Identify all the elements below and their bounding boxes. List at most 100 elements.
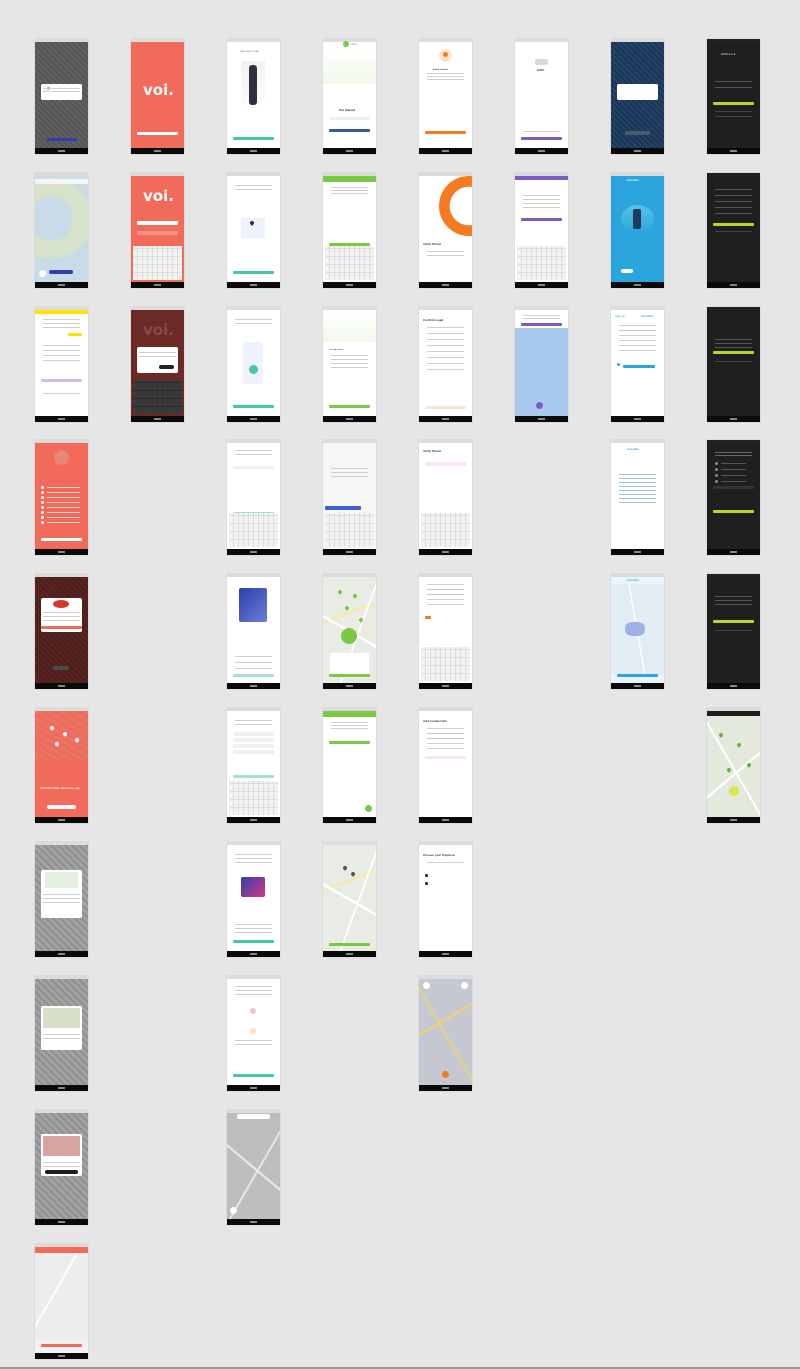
secondary-button (53, 666, 69, 670)
apply-button[interactable] (329, 741, 370, 744)
permission-dialog (617, 84, 658, 100)
menu-button[interactable] (423, 982, 430, 989)
add-card-button[interactable] (233, 940, 274, 943)
arolla-login-screen: AROLLA (707, 39, 760, 154)
status-bar (35, 440, 88, 443)
find-scooter-button[interactable] (617, 674, 658, 677)
text-line (715, 455, 752, 456)
nav-bar (227, 549, 280, 555)
bird-enable-location-screen: Enable location (419, 39, 472, 154)
status-bar (707, 440, 760, 443)
text-line (427, 76, 464, 77)
scan-to-unlock-button[interactable] (329, 674, 370, 677)
locate-button[interactable] (230, 1207, 237, 1214)
status-bar (131, 39, 184, 42)
end-ride-button[interactable] (41, 1344, 82, 1347)
phone-illustration (243, 342, 263, 384)
text-line (235, 986, 272, 987)
continue-button[interactable] (233, 405, 274, 408)
enable-location-button[interactable] (233, 271, 274, 274)
tier-phone-entry-screen (227, 440, 280, 555)
continue-button[interactable] (41, 379, 82, 382)
agree-button[interactable] (425, 406, 466, 409)
status-bar (515, 39, 568, 42)
menu-icon (715, 462, 718, 465)
keyboard[interactable] (325, 513, 374, 547)
agree-button[interactable] (329, 405, 370, 408)
nav-bar (35, 1085, 88, 1091)
continue-button[interactable] (521, 218, 562, 221)
confirm-button[interactable] (713, 620, 754, 623)
next-button[interactable] (233, 674, 274, 677)
nav-bar (611, 148, 664, 154)
help-button[interactable] (365, 805, 372, 812)
text-line (427, 584, 464, 585)
toggle-row (713, 486, 754, 489)
rider-figure (633, 209, 641, 229)
text-line (523, 318, 560, 319)
register-button (621, 269, 633, 273)
form-input (233, 732, 274, 736)
text-line (43, 894, 80, 895)
get-started-button[interactable] (233, 137, 274, 140)
text-line (43, 327, 80, 328)
status-bar (419, 842, 472, 845)
bird-verify-phone-screen: Verify Phone (419, 440, 472, 555)
text-line (43, 323, 80, 324)
scan-button[interactable] (536, 402, 543, 409)
scan-button[interactable] (329, 943, 370, 946)
keyboard[interactable] (229, 513, 278, 547)
text-line (715, 201, 752, 202)
ecooltra-permission-screen (611, 39, 664, 154)
menu-icon (715, 468, 718, 471)
ecooltra-wordmark: ecooltra (641, 314, 653, 318)
get-started-button[interactable] (41, 538, 82, 541)
send-button[interactable] (713, 351, 754, 354)
text-line (235, 858, 272, 859)
text-line (235, 323, 272, 324)
keyboard[interactable] (421, 513, 470, 547)
login-button[interactable] (713, 102, 754, 105)
keyboard[interactable] (229, 781, 278, 815)
feature-line (47, 507, 80, 508)
scan-button[interactable] (442, 1071, 449, 1078)
text-line (427, 357, 464, 358)
keyboard[interactable] (133, 380, 182, 414)
confirm-button[interactable] (41, 626, 82, 629)
nav-bar (419, 817, 472, 823)
keyboard[interactable] (421, 647, 470, 681)
feature-line (47, 517, 80, 518)
get-started-button[interactable] (521, 137, 562, 140)
enable-location-button[interactable] (425, 131, 466, 134)
keyboard[interactable] (517, 246, 566, 280)
save-button[interactable] (713, 510, 754, 513)
text-line (715, 343, 752, 344)
text-line (331, 359, 368, 360)
text-line (331, 190, 368, 191)
check-icon (249, 365, 258, 374)
locate-button[interactable] (39, 270, 46, 277)
text-line (619, 325, 656, 326)
keyboard[interactable] (325, 246, 374, 280)
check-icon (41, 506, 44, 509)
profile-button[interactable] (461, 982, 468, 989)
nav-bar (323, 416, 376, 422)
register-button[interactable] (233, 775, 274, 778)
ecooltra-wordmark: ecooltra (627, 447, 639, 451)
text-line (43, 345, 80, 346)
text-line (619, 482, 656, 483)
keyboard[interactable] (133, 246, 182, 280)
text-line (235, 924, 272, 925)
lime-nearby-map-screen (323, 842, 376, 957)
start-ride-button[interactable] (521, 323, 562, 326)
done-button[interactable] (233, 1074, 274, 1077)
nav-bar (227, 817, 280, 823)
register-button[interactable] (713, 223, 754, 226)
contact-info-heading: Add Contact Info (423, 719, 448, 723)
facebook-button[interactable] (329, 129, 370, 132)
start-button[interactable] (137, 132, 178, 135)
text-line (427, 743, 464, 744)
map-view[interactable] (323, 845, 376, 951)
next-button (47, 805, 76, 809)
text-line (715, 207, 752, 208)
